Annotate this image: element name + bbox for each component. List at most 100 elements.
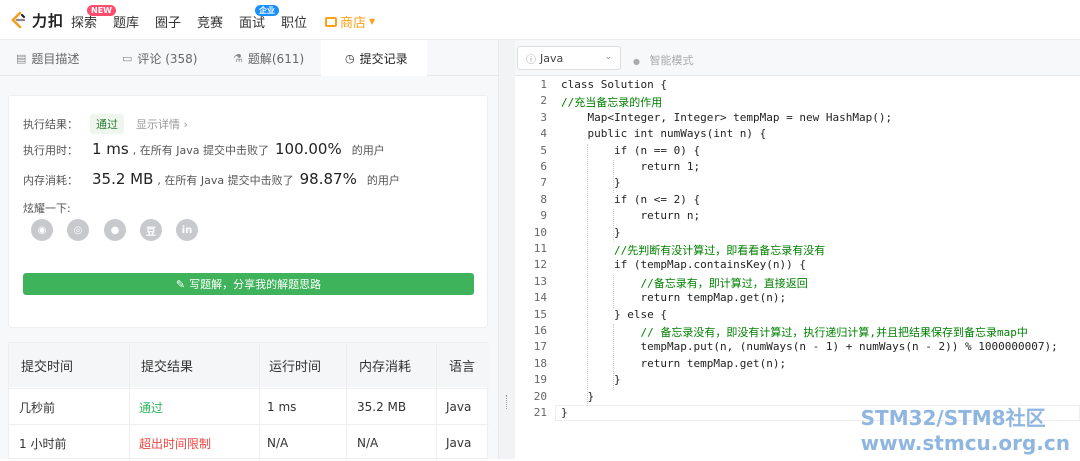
code-line[interactable]: if (n == 0) { <box>561 144 700 157</box>
watermark: STM32/STM8社区 www.stmcu.org.cn <box>861 402 1070 455</box>
code-line[interactable]: } <box>561 373 621 386</box>
memory-row: 内存消耗： 35.2 MB , 在所有 Java 提交中击败了 98.87% 的… <box>23 170 400 188</box>
share-label: 炫耀一下: <box>23 202 71 215</box>
code-line[interactable]: tempMap.put(n, (numWays(n - 1) + numWays… <box>561 340 1057 353</box>
flask-icon: ⚗ <box>233 51 243 65</box>
watermark-line2: www.stmcu.org.cn <box>860 431 1070 455</box>
tab-label: 提交记录 <box>359 52 408 66</box>
result-status-row: 执行结果： 通过 显示详情 › <box>23 114 188 134</box>
memory-suffix: 的用户 <box>366 174 400 187</box>
weibo-icon[interactable]: ◎ <box>67 219 89 241</box>
logo[interactable]: 力扣 <box>8 9 64 31</box>
info-icon: ⓘ <box>526 54 536 66</box>
cell-runtime: N/A <box>267 436 289 450</box>
drag-handle-icon[interactable] <box>506 395 509 409</box>
smart-mode-toggle[interactable]: ● 智能模式 <box>633 52 693 68</box>
runtime-row: 执行用时： 1 ms , 在所有 Java 提交中击败了 100.00% 的用户 <box>23 140 385 158</box>
nav-store[interactable]: 商店 ▼ <box>325 12 375 31</box>
top-navbar: 力扣 探索 NEW 题库 圈子 竞赛 面试 企业 职位 商店 ▼ <box>0 0 1080 40</box>
tab-solutions[interactable]: ⚗ 题解(611) <box>233 40 323 76</box>
nav-contest[interactable]: 竞赛 <box>197 12 223 31</box>
cell-memory: 35.2 MB <box>357 400 407 414</box>
cell-result[interactable]: 通过 <box>139 389 163 425</box>
table-row[interactable]: 1 小时前 超出时间限制 N/A N/A Java <box>9 424 489 460</box>
tab-comments[interactable]: ▭ 评论 (358) <box>122 40 222 76</box>
line-number: 7 <box>540 176 547 190</box>
wechat-icon[interactable]: ◉ <box>31 219 53 241</box>
line-number: 13 <box>533 274 547 288</box>
description-icon: ▤ <box>16 51 27 65</box>
memory-value: 35.2 MB <box>92 170 154 188</box>
watermark-line1: STM32/STM8社区 <box>860 406 1046 430</box>
code-line[interactable]: // 备忘录没有，即没有计算过，执行递归计算,并且把结果保存到备忘录map中 <box>561 324 1027 340</box>
memory-percent: 98.87% <box>299 170 357 188</box>
status-badge: 通过 <box>90 114 124 134</box>
line-number: 6 <box>540 160 547 173</box>
language-select[interactable]: ⓘ Java ⌄ <box>517 46 621 70</box>
memory-label: 内存消耗： <box>23 174 78 187</box>
panel-splitter[interactable] <box>498 40 515 459</box>
show-details-link[interactable]: 显示详情 › <box>136 116 188 132</box>
store-icon <box>325 16 337 27</box>
code-line[interactable]: public int numWays(int n) { <box>561 127 766 140</box>
brand-name: 力扣 <box>32 11 65 30</box>
col-header-runtime: 运行时间 <box>269 359 322 375</box>
col-header-result: 提交结果 <box>141 359 194 375</box>
line-number: 11 <box>533 242 547 255</box>
line-number: 3 <box>540 110 547 124</box>
qq-icon[interactable]: ● <box>104 219 126 241</box>
nav-jobs[interactable]: 职位 <box>281 12 307 31</box>
code-line[interactable]: } <box>561 406 568 419</box>
code-line[interactable]: return tempMap.get(n); <box>561 357 786 370</box>
code-line[interactable]: class Solution { <box>561 78 667 91</box>
new-badge: NEW <box>87 5 116 16</box>
tab-description[interactable]: ▤ 题目描述 <box>16 40 116 76</box>
code-line[interactable]: Map<Integer, Integer> tempMap = new Hash… <box>561 111 892 124</box>
code-line[interactable]: } <box>561 390 594 403</box>
memory-text: , 在所有 Java 提交中击败了 <box>157 174 294 187</box>
tab-label: 评论 (358) <box>137 51 198 66</box>
line-number: 14 <box>533 291 547 305</box>
line-number: 9 <box>540 209 547 223</box>
line-number: 18 <box>533 356 547 370</box>
comment-icon: ▭ <box>122 51 133 65</box>
nav-problems[interactable]: 题库 <box>113 12 139 31</box>
tab-submissions[interactable]: ◷ 提交记录 <box>321 40 427 77</box>
code-line[interactable]: } <box>561 176 621 189</box>
editor-toolbar: ⓘ Java ⌄ ● 智能模式 <box>515 40 1080 76</box>
pencil-icon: ✎ <box>175 277 186 291</box>
cell-memory: N/A <box>357 436 379 450</box>
tab-label: 题目描述 <box>31 51 80 66</box>
linkedin-icon[interactable]: in <box>176 219 198 241</box>
indent-guide <box>613 160 614 193</box>
code-line[interactable]: //备忘录有，即计算过，直接返回 <box>561 275 807 291</box>
nav-circle[interactable]: 圈子 <box>155 12 181 31</box>
line-number: 20 <box>533 389 547 403</box>
cell-result[interactable]: 超出时间限制 <box>139 425 211 461</box>
code-line[interactable]: } else { <box>561 308 667 321</box>
line-number: 5 <box>540 143 547 157</box>
table-row[interactable]: 几秒前 通过 1 ms 35.2 MB Java <box>9 388 489 424</box>
code-line[interactable]: return n; <box>561 209 700 222</box>
line-number: 8 <box>540 192 547 206</box>
line-number: 10 <box>533 225 547 239</box>
table-header <box>9 343 489 387</box>
code-line[interactable]: if (tempMap.containsKey(n)) { <box>561 258 806 271</box>
chevron-down-icon: ▼ <box>369 17 376 26</box>
language-value: Java <box>540 51 564 65</box>
code-line[interactable]: //先判断有没计算过，即看看备忘录有没有 <box>561 242 825 258</box>
runtime-text: , 在所有 Java 提交中击败了 <box>132 144 269 157</box>
code-line[interactable]: } <box>561 226 621 239</box>
cell-runtime: 1 ms <box>267 400 297 414</box>
code-line[interactable]: //充当备忘录的作用 <box>561 94 662 110</box>
chevron-down-icon: ⌄ <box>604 52 612 62</box>
col-header-language: 语言 <box>449 359 476 375</box>
douban-icon[interactable]: 豆 <box>140 219 162 241</box>
result-card: 执行结果： 通过 显示详情 › 执行用时： 1 ms , 在所有 Java 提交… <box>8 95 488 328</box>
code-line[interactable]: return 1; <box>561 160 700 173</box>
col-header-memory: 内存消耗 <box>359 359 412 375</box>
write-solution-button[interactable]: ✎ 写题解，分享我的解题思路 <box>23 273 474 295</box>
code-line[interactable]: return tempMap.get(n); <box>561 291 786 304</box>
line-number: 17 <box>533 340 547 354</box>
code-line[interactable]: if (n <= 2) { <box>561 193 700 206</box>
